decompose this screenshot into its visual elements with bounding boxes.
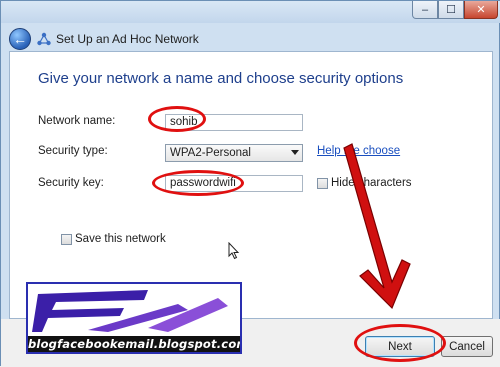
close-button[interactable]: ✕ (464, 1, 498, 19)
annotation-oval-next (354, 324, 446, 362)
minimize-button[interactable]: – (412, 1, 438, 19)
wizard-header: ← Set Up an Ad Hoc Network (1, 23, 500, 51)
back-arrow-icon[interactable]: ← (9, 28, 31, 50)
network-icon (37, 32, 51, 46)
maximize-button[interactable]: ☐ (438, 1, 464, 19)
hide-characters-checkbox[interactable] (317, 178, 328, 189)
wizard-title: Set Up an Ad Hoc Network (56, 32, 199, 46)
watermark-graphic (28, 284, 240, 336)
watermark-logo: blogfacebookemail.blogspot.com (26, 282, 242, 354)
title-bar: – ☐ ✕ (1, 1, 500, 23)
save-network-label: Save this network (75, 233, 166, 245)
security-type-label: Security type: (38, 145, 108, 157)
content-panel: Give your network a name and choose secu… (9, 51, 493, 319)
page-heading: Give your network a name and choose secu… (38, 70, 404, 87)
chevron-down-icon (291, 150, 299, 155)
security-type-select[interactable]: WPA2-Personal (165, 144, 303, 162)
security-key-label: Security key: (38, 177, 104, 189)
watermark-text: blogfacebookemail.blogspot.com (28, 336, 242, 352)
mouse-pointer-icon (228, 242, 240, 260)
security-type-value: WPA2-Personal (170, 147, 251, 159)
network-name-label: Network name: (38, 115, 116, 127)
cancel-button[interactable]: Cancel (441, 336, 493, 357)
annotation-arrow-icon (343, 143, 411, 310)
annotation-oval-security-key (152, 170, 244, 196)
annotation-oval-network-name (148, 106, 206, 132)
save-network-checkbox[interactable] (61, 234, 72, 245)
